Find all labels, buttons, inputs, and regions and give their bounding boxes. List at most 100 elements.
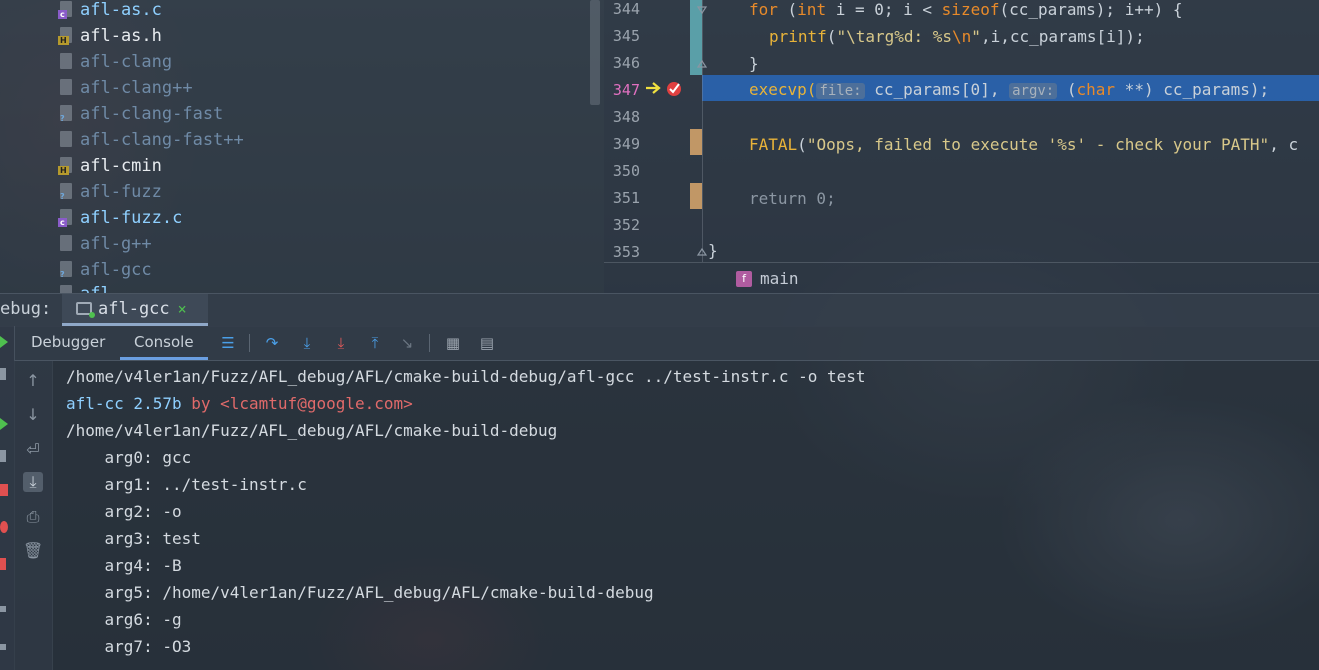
code-line-344[interactable]: for (int i = 0; i < sizeof(cc_params); i… bbox=[749, 0, 1183, 19]
change-marker[interactable] bbox=[690, 183, 702, 209]
tree-item[interactable]: c afl-fuzz.c bbox=[58, 205, 182, 231]
change-marker[interactable] bbox=[690, 129, 702, 155]
code-line-349[interactable]: FATAL("Oops, failed to execute '%s' - ch… bbox=[749, 135, 1298, 154]
stop-icon[interactable] bbox=[0, 484, 8, 496]
tree-item[interactable]: ? afl-gcc bbox=[58, 257, 152, 283]
param-hint-file: file: bbox=[816, 83, 865, 99]
console-line: arg4: -B bbox=[66, 556, 182, 575]
run-config-icon bbox=[76, 302, 95, 318]
console-line: arg0: gcc bbox=[66, 448, 192, 467]
tree-scrollbar[interactable] bbox=[590, 0, 600, 105]
soft-wrap-icon[interactable]: ⏎ bbox=[23, 440, 43, 460]
resume-icon[interactable] bbox=[0, 418, 8, 430]
debug-window-label: ebug: bbox=[0, 299, 52, 319]
pin-icon[interactable] bbox=[0, 644, 6, 650]
unknown-file-icon: ? bbox=[58, 183, 74, 201]
header-file-icon: H bbox=[58, 157, 74, 175]
step-into-icon[interactable]: ⤓ bbox=[298, 334, 316, 352]
scroll-up-icon[interactable]: ↑ bbox=[23, 371, 43, 391]
binary-file-icon bbox=[58, 53, 74, 71]
debug-actions-strip bbox=[0, 326, 15, 670]
tree-item[interactable]: c afl-as.c bbox=[58, 0, 162, 23]
console-line: arg3: test bbox=[66, 529, 201, 548]
tree-item[interactable]: afl-clang-fast++ bbox=[58, 127, 244, 153]
console-line: arg7: -O3 bbox=[66, 637, 192, 656]
line-number: 352 bbox=[612, 216, 640, 234]
close-icon[interactable]: × bbox=[178, 300, 187, 318]
layout-settings-icon[interactable]: ▤ bbox=[478, 334, 496, 352]
console-actions-strip: ↑ ↓ ⏎ ⤓ ⎙ 🗑 bbox=[14, 361, 53, 670]
tree-item[interactable]: c afl bbox=[58, 281, 111, 293]
unknown-file-icon: ? bbox=[58, 261, 74, 279]
tree-item[interactable]: H afl-cmin bbox=[58, 153, 162, 179]
print-icon[interactable]: ⎙ bbox=[23, 507, 43, 527]
fold-icon[interactable] bbox=[696, 246, 708, 258]
force-step-into-icon[interactable]: ⤓ bbox=[332, 334, 350, 352]
step-over-icon[interactable]: ↷ bbox=[263, 334, 281, 352]
debugger-tab-bar: Debugger Console ☰ ↷ ⤓ ⤓ ⤒ ↘ ▦ ▤ bbox=[14, 326, 1319, 361]
line-number: 345 bbox=[612, 27, 640, 45]
fold-icon[interactable] bbox=[696, 4, 708, 16]
breadcrumb[interactable]: f main bbox=[604, 262, 1319, 293]
c-file-icon: c bbox=[58, 209, 74, 227]
step-out-icon[interactable]: ⤒ bbox=[366, 334, 384, 352]
mute-breakpoints-icon[interactable] bbox=[0, 558, 6, 570]
scroll-to-end-icon[interactable]: ⤓ bbox=[23, 472, 43, 492]
breadcrumb-function[interactable]: main bbox=[760, 269, 799, 288]
clear-all-icon[interactable]: 🗑 bbox=[23, 541, 43, 561]
console-line: arg1: ../test-instr.c bbox=[66, 475, 307, 494]
code-line-345[interactable]: printf("\targ%d: %s\n",i,cc_params[i]); bbox=[769, 27, 1145, 46]
binary-file-icon bbox=[58, 131, 74, 149]
binary-file-icon bbox=[58, 235, 74, 253]
evaluate-expression-icon[interactable]: ▦ bbox=[444, 334, 462, 352]
code-line-347[interactable]: execvp(file: cc_params[0], argv: (char *… bbox=[749, 80, 1269, 99]
line-number: 351 bbox=[612, 189, 640, 207]
settings-icon[interactable] bbox=[0, 606, 6, 612]
binary-file-icon bbox=[58, 79, 74, 97]
line-number: 350 bbox=[612, 162, 640, 180]
c-file-icon: c bbox=[58, 285, 74, 293]
view-breakpoints-icon[interactable] bbox=[0, 521, 8, 533]
execution-point-arrow-icon bbox=[646, 82, 661, 94]
console-line: afl-cc 2.57b by <lcamtuf@google.com> bbox=[66, 394, 413, 413]
console-line: arg2: -o bbox=[66, 502, 182, 521]
breakpoint-icon[interactable] bbox=[666, 79, 684, 97]
tree-item[interactable]: afl-g++ bbox=[58, 231, 152, 257]
tree-item[interactable]: ? afl-clang-fast bbox=[58, 101, 223, 127]
code-editor[interactable]: 344 345 346 347 348 349 350 351 352 353 … bbox=[604, 0, 1319, 293]
line-number: 347 bbox=[612, 81, 640, 99]
fold-icon[interactable] bbox=[696, 58, 708, 70]
tree-item[interactable]: afl-clang++ bbox=[58, 75, 193, 101]
rerun-icon[interactable] bbox=[0, 336, 8, 348]
code-line-353[interactable]: } bbox=[708, 241, 718, 260]
code-line-351[interactable]: return 0; bbox=[749, 189, 836, 208]
tab-debugger[interactable]: Debugger bbox=[31, 326, 105, 360]
tab-console[interactable]: Console bbox=[120, 326, 208, 360]
run-to-cursor-icon[interactable]: ↘ bbox=[398, 334, 416, 352]
header-file-icon: H bbox=[58, 27, 74, 45]
unknown-file-icon: ? bbox=[58, 105, 74, 123]
show-frames-icon[interactable]: ☰ bbox=[219, 334, 237, 352]
modify-run-icon[interactable] bbox=[0, 368, 6, 380]
project-tree[interactable]: c afl-as.c H afl-as.h afl-clang afl-clan… bbox=[0, 0, 604, 293]
tree-item[interactable]: afl-clang bbox=[58, 49, 172, 75]
console-line: arg5: /home/v4ler1an/Fuzz/AFL_debug/AFL/… bbox=[66, 583, 654, 602]
console-line: /home/v4ler1an/Fuzz/AFL_debug/AFL/cmake-… bbox=[66, 421, 558, 440]
toolbar-separator bbox=[249, 334, 250, 352]
debug-session-tab[interactable]: afl-gcc × bbox=[62, 294, 208, 326]
code-line-346[interactable]: } bbox=[749, 54, 759, 73]
console-output[interactable]: /home/v4ler1an/Fuzz/AFL_debug/AFL/cmake-… bbox=[52, 361, 1319, 670]
tree-item[interactable]: ? afl-fuzz bbox=[58, 179, 162, 205]
function-icon: f bbox=[736, 270, 752, 287]
console-line: arg6: -g bbox=[66, 610, 182, 629]
line-number: 348 bbox=[612, 108, 640, 126]
line-number: 346 bbox=[612, 54, 640, 72]
toolbar-separator bbox=[429, 334, 430, 352]
scroll-down-icon[interactable]: ↓ bbox=[23, 405, 43, 425]
param-hint-argv: argv: bbox=[1009, 83, 1058, 99]
line-number: 344 bbox=[612, 0, 640, 18]
tree-item[interactable]: H afl-as.h bbox=[58, 23, 162, 49]
console-line: /home/v4ler1an/Fuzz/AFL_debug/AFL/cmake-… bbox=[66, 367, 866, 386]
pause-icon[interactable] bbox=[0, 450, 6, 462]
c-file-icon: c bbox=[58, 1, 74, 19]
